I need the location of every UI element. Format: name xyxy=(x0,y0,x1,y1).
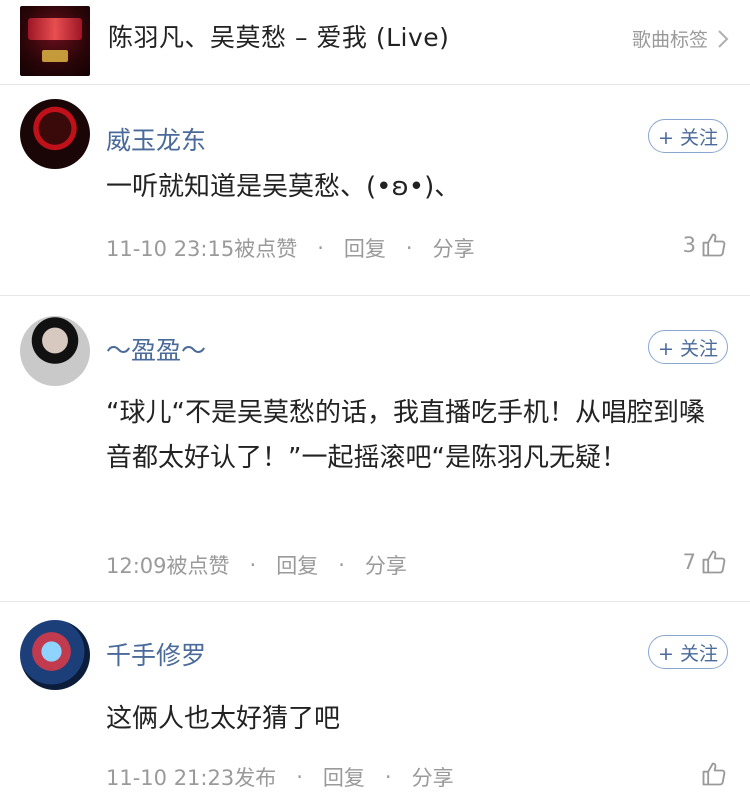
separator-dot: · xyxy=(296,765,303,789)
comment-item: 威玉龙东 + 关注 一听就知道是吴莫愁、(•ʚ•)、 11-10 23:15被点… xyxy=(0,85,750,296)
album-cover-episode-badge xyxy=(42,50,68,62)
separator-dot: · xyxy=(338,553,345,577)
reply-button[interactable]: 回复 xyxy=(323,762,365,792)
comment-item: ～盈盈～ + 关注 “球儿“不是吴莫愁的话，我直播吃手机！从唱腔到嗓音都太好认了… xyxy=(0,296,750,602)
comment-meta: 12:09被点赞 · 回复 · 分享 xyxy=(106,550,407,580)
reply-button[interactable]: 回复 xyxy=(276,550,318,580)
like-count: 7 xyxy=(682,550,696,574)
song-tags-label: 歌曲标签 xyxy=(631,29,708,51)
thumb-up-icon xyxy=(702,550,726,574)
separator-dot: · xyxy=(405,236,413,260)
reply-button[interactable]: 回复 xyxy=(344,233,386,263)
share-button[interactable]: 分享 xyxy=(433,233,475,263)
like-button[interactable]: 3 xyxy=(683,231,728,259)
user-avatar[interactable] xyxy=(20,316,90,386)
user-avatar[interactable] xyxy=(20,99,90,169)
separator-dot: · xyxy=(317,236,324,260)
comment-text: “球儿“不是吴莫愁的话，我直播吃手机！从唱腔到嗓音都太好认了！”一起摇滚吧“是陈… xyxy=(106,398,705,473)
follow-button[interactable]: + 关注 xyxy=(648,119,728,153)
comment-time: 11-10 21:23发布 xyxy=(106,766,277,790)
thumb-up-icon xyxy=(702,233,726,257)
like-button[interactable]: 7 xyxy=(683,548,728,576)
separator-dot: · xyxy=(249,553,257,577)
share-button[interactable]: 分享 xyxy=(412,762,454,792)
song-header: 陈羽凡、吴莫愁 – 爱我 (Live) 歌曲标签 xyxy=(0,0,750,85)
comment-item: 千手修罗 + 关注 这俩人也太好猜了吧 11-10 21:23发布 · 回复 ·… xyxy=(0,602,750,802)
song-tags-link[interactable]: 歌曲标签 xyxy=(632,25,730,52)
chevron-right-icon xyxy=(718,29,729,48)
comment-meta: 11-10 21:23发布 · 回复 · 分享 xyxy=(106,762,454,792)
comment-meta: 11-10 23:15被点赞 · 回复 · 分享 xyxy=(106,233,475,263)
user-avatar[interactable] xyxy=(20,620,90,690)
share-button[interactable]: 分享 xyxy=(365,550,407,580)
album-cover-title-art xyxy=(28,18,82,40)
comment-text: 一听就知道是吴莫愁、(•ʚ•)、 xyxy=(106,172,461,202)
like-button[interactable] xyxy=(696,760,728,788)
comment-username[interactable]: 威玉龙东 xyxy=(106,121,206,157)
follow-button[interactable]: + 关注 xyxy=(648,635,728,669)
album-cover[interactable] xyxy=(20,6,90,76)
comment-username[interactable]: 千手修罗 xyxy=(106,636,206,672)
thumb-up-icon xyxy=(702,762,726,786)
comment-time: 11-10 23:15被点赞 xyxy=(106,237,298,261)
follow-button[interactable]: + 关注 xyxy=(648,330,728,364)
comment-time: 12:09被点赞 xyxy=(106,554,230,578)
song-title: 陈羽凡、吴莫愁 – 爱我 (Live) xyxy=(108,23,450,52)
comment-text: 这俩人也太好猜了吧 xyxy=(106,704,341,734)
like-count: 3 xyxy=(682,233,696,257)
separator-dot: · xyxy=(384,765,392,789)
comment-username[interactable]: ～盈盈～ xyxy=(106,331,206,367)
